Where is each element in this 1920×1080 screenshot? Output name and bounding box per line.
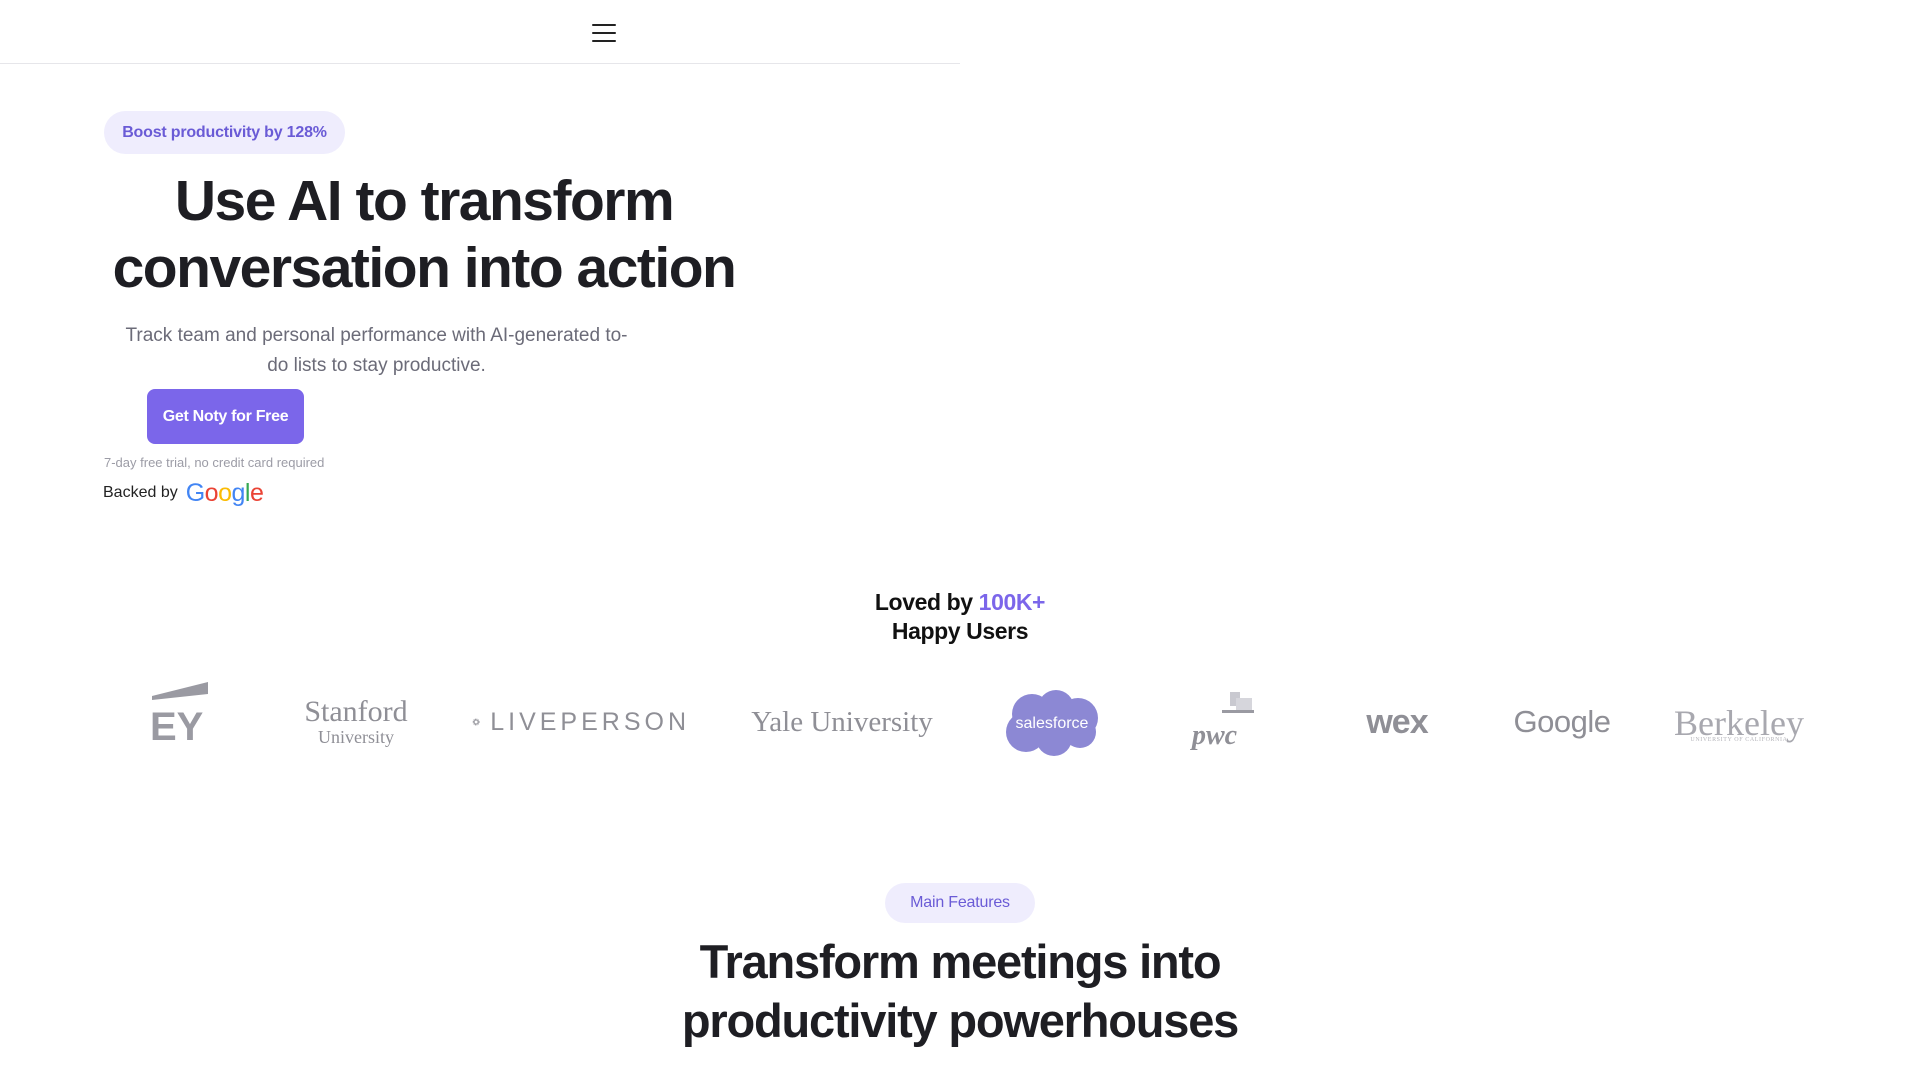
hero-title-line1: Use AI to transform: [174, 169, 675, 233]
yale-logo: Yale University: [751, 705, 933, 738]
menu-line: [592, 24, 616, 26]
happy-users-label: Happy Users: [891, 618, 1029, 644]
google-partner-logo: Google: [1513, 704, 1611, 739]
menu-line: [592, 40, 616, 42]
hero-subtitle: Track team and personal performance with…: [104, 321, 649, 381]
user-count: 100K+: [978, 589, 1046, 615]
stanford-logo: Stanford University: [300, 694, 412, 750]
stanford-logo-line2: University: [318, 727, 394, 747]
svg-text:pwc: pwc: [1190, 720, 1238, 751]
features-title: Transform meetings into productivity pow…: [560, 932, 1360, 1050]
ey-logo: EY: [148, 682, 212, 744]
berkeley-logo-line1: Berkeley: [1674, 703, 1804, 743]
trial-note: 7-day free trial, no credit card require…: [104, 455, 325, 470]
hero-title-line2: conversation into action: [112, 236, 737, 300]
productivity-badge: Boost productivity by 128%: [104, 111, 345, 154]
salesforce-logo: salesforce: [1000, 688, 1104, 758]
hero-title: Use AI to transform conversation into ac…: [104, 168, 744, 302]
backed-by: Backed by Google: [103, 478, 264, 508]
liveperson-gear-icon: [472, 718, 480, 726]
get-noty-free-button[interactable]: Get Noty for Free: [147, 389, 304, 444]
loved-by-prefix: Loved by: [874, 589, 979, 615]
ey-logo-icon: EY: [150, 682, 208, 744]
hero-subtitle-line1: Track team and personal performance with…: [125, 325, 628, 346]
top-navigation-bar: [0, 0, 960, 64]
features-title-line1: Transform meetings into: [699, 935, 1222, 988]
google-logo: Google: [185, 478, 264, 507]
berkeley-logo-line2: UNIVERSITY OF CALIFORNIA: [1690, 737, 1788, 743]
wex-logo: wex: [1366, 702, 1428, 741]
features-title-line2: productivity powerhouses: [681, 994, 1239, 1047]
pwc-logo: pwc: [1186, 688, 1262, 756]
berkeley-logo: Berkeley UNIVERSITY OF CALIFORNIA: [1674, 700, 1804, 748]
loved-by-heading: Loved by 100K+ Happy Users: [0, 588, 1920, 646]
liveperson-logo: LIVEPERSON: [472, 700, 690, 744]
svg-text:EY: EY: [150, 705, 204, 744]
svg-text:salesforce: salesforce: [1016, 715, 1089, 732]
backed-by-label: Backed by: [103, 484, 178, 501]
menu-line: [592, 32, 616, 34]
salesforce-cloud-icon: salesforce: [1006, 690, 1098, 756]
hamburger-menu-icon[interactable]: [587, 20, 621, 46]
pwc-logo-icon: pwc: [1190, 692, 1254, 751]
hero-subtitle-line2: do lists to stay productive.: [267, 355, 486, 376]
stanford-logo-line1: Stanford: [304, 695, 408, 728]
main-features-badge: Main Features: [885, 883, 1035, 923]
liveperson-logo-text: LIVEPERSON: [490, 707, 690, 736]
